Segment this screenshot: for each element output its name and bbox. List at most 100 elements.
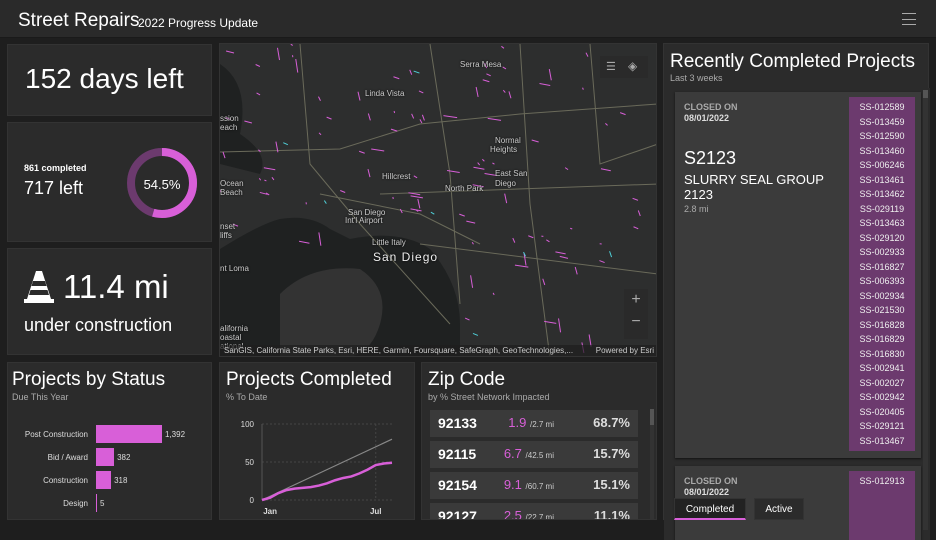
map-attribution[interactable]: SanGIS, California State Parks, Esri, HE… — [224, 346, 573, 355]
repair-segment[interactable] — [324, 201, 326, 204]
repair-segment[interactable] — [471, 275, 473, 288]
repair-segment[interactable] — [411, 196, 423, 198]
repair-segment[interactable] — [318, 97, 320, 101]
repair-segment[interactable] — [466, 221, 475, 223]
repair-segment[interactable] — [633, 198, 638, 200]
repair-segment[interactable] — [493, 293, 494, 295]
repair-segment[interactable] — [418, 199, 420, 208]
tab-active[interactable]: Active — [754, 498, 804, 520]
repair-segment[interactable] — [532, 140, 539, 142]
map-view[interactable]: ☰ ◈ + − Serra MesaLinda Vistassion eachN… — [219, 43, 657, 357]
recent-list[interactable]: CLOSED ON 08/01/2022 S2123 SLURRY SEAL G… — [664, 88, 930, 540]
repair-segment[interactable] — [431, 212, 434, 214]
repair-segment[interactable] — [420, 119, 422, 123]
repair-segment[interactable] — [340, 190, 345, 192]
repair-segment[interactable] — [443, 116, 457, 118]
repair-segment[interactable] — [226, 51, 234, 53]
repair-segment[interactable] — [264, 180, 266, 181]
repair-segment[interactable] — [483, 80, 490, 82]
repair-segment[interactable] — [473, 333, 478, 335]
repair-segment[interactable] — [482, 159, 484, 161]
repair-segment[interactable] — [291, 44, 293, 45]
repair-segment[interactable] — [257, 93, 261, 95]
repair-segment[interactable] — [419, 91, 423, 93]
repair-segment[interactable] — [368, 114, 370, 121]
repair-segment[interactable] — [565, 168, 568, 170]
repair-segment[interactable] — [319, 133, 321, 135]
repair-segment[interactable] — [283, 143, 288, 145]
repair-segment[interactable] — [422, 115, 424, 121]
repair-segment[interactable] — [272, 177, 274, 180]
zoom-out-button[interactable]: − — [624, 313, 648, 331]
repair-segment[interactable] — [327, 117, 332, 119]
repair-segment[interactable] — [473, 167, 484, 169]
powered-by-esri[interactable]: Powered by Esri — [596, 346, 654, 355]
repair-segment[interactable] — [528, 236, 533, 238]
repair-segment[interactable] — [358, 92, 360, 101]
repair-segment[interactable] — [359, 151, 365, 153]
zip-row[interactable]: 921272.5 /22.7 mi11.1% — [430, 503, 638, 520]
zoom-in-button[interactable]: + — [624, 291, 648, 309]
repair-segment[interactable] — [371, 149, 384, 151]
scrollbar[interactable] — [923, 90, 928, 530]
repair-segment[interactable] — [544, 321, 556, 323]
zip-row[interactable]: 921549.1 /60.7 mi15.1% — [430, 472, 638, 499]
repair-segment[interactable] — [414, 176, 417, 178]
repair-segment[interactable] — [465, 318, 469, 320]
repair-segment[interactable] — [546, 240, 549, 242]
scrollbar[interactable] — [650, 409, 654, 519]
repair-segment[interactable] — [583, 88, 584, 90]
repair-segment[interactable] — [412, 114, 414, 119]
repair-segment[interactable] — [513, 238, 515, 243]
repair-segment[interactable] — [549, 69, 551, 80]
repair-segment[interactable] — [509, 91, 511, 98]
tab-completed[interactable]: Completed — [674, 498, 746, 520]
map-canvas[interactable] — [220, 44, 657, 357]
repair-segment[interactable] — [391, 129, 397, 131]
repair-segment[interactable] — [492, 163, 494, 164]
repair-segment[interactable] — [244, 121, 251, 123]
repair-segment[interactable] — [259, 178, 260, 180]
project-card[interactable]: CLOSED ON 08/01/2022 S2123 SLURRY SEAL G… — [675, 92, 921, 458]
repair-segment[interactable] — [264, 168, 275, 170]
repair-segment[interactable] — [620, 113, 625, 115]
repair-segment[interactable] — [486, 74, 490, 76]
repair-segment[interactable] — [296, 59, 298, 73]
repair-segment[interactable] — [368, 169, 370, 177]
repair-segment[interactable] — [503, 67, 506, 69]
repair-segment[interactable] — [393, 77, 399, 79]
legend-icon[interactable]: ☰ — [606, 60, 616, 73]
repair-segment[interactable] — [505, 194, 507, 203]
repair-segment[interactable] — [634, 227, 639, 229]
repair-segment[interactable] — [543, 279, 545, 285]
repair-segment[interactable] — [540, 84, 551, 86]
repair-segment[interactable] — [610, 251, 612, 257]
repair-segment[interactable] — [476, 87, 478, 97]
repair-segment[interactable] — [459, 214, 464, 216]
repair-segment[interactable] — [515, 265, 528, 267]
repair-segment[interactable] — [601, 169, 611, 171]
repair-segment[interactable] — [414, 71, 420, 73]
repair-segment[interactable] — [586, 53, 588, 57]
repair-segment[interactable] — [400, 209, 402, 213]
repair-segment[interactable] — [559, 318, 561, 332]
repair-segment[interactable] — [555, 252, 565, 254]
repair-segment[interactable] — [488, 118, 501, 120]
menu-icon[interactable] — [902, 13, 916, 25]
repair-segment[interactable] — [599, 261, 604, 263]
repair-segment[interactable] — [501, 46, 504, 48]
repair-segment[interactable] — [575, 267, 577, 274]
zip-row[interactable]: 921331.9 /2.7 mi68.7% — [430, 410, 638, 437]
repair-segment[interactable] — [278, 48, 280, 60]
repair-segment[interactable] — [570, 228, 572, 229]
repair-segment[interactable] — [411, 209, 422, 211]
repair-segment[interactable] — [447, 170, 460, 172]
repair-segment[interactable] — [503, 90, 505, 92]
repair-segment[interactable] — [605, 123, 607, 125]
repair-segment[interactable] — [472, 242, 473, 244]
repair-segment[interactable] — [638, 210, 640, 215]
repair-segment[interactable] — [410, 70, 412, 75]
zip-row[interactable]: 921156.7 /42.5 mi15.7% — [430, 441, 638, 468]
repair-segment[interactable] — [478, 163, 480, 165]
layers-icon[interactable]: ◈ — [628, 59, 637, 73]
